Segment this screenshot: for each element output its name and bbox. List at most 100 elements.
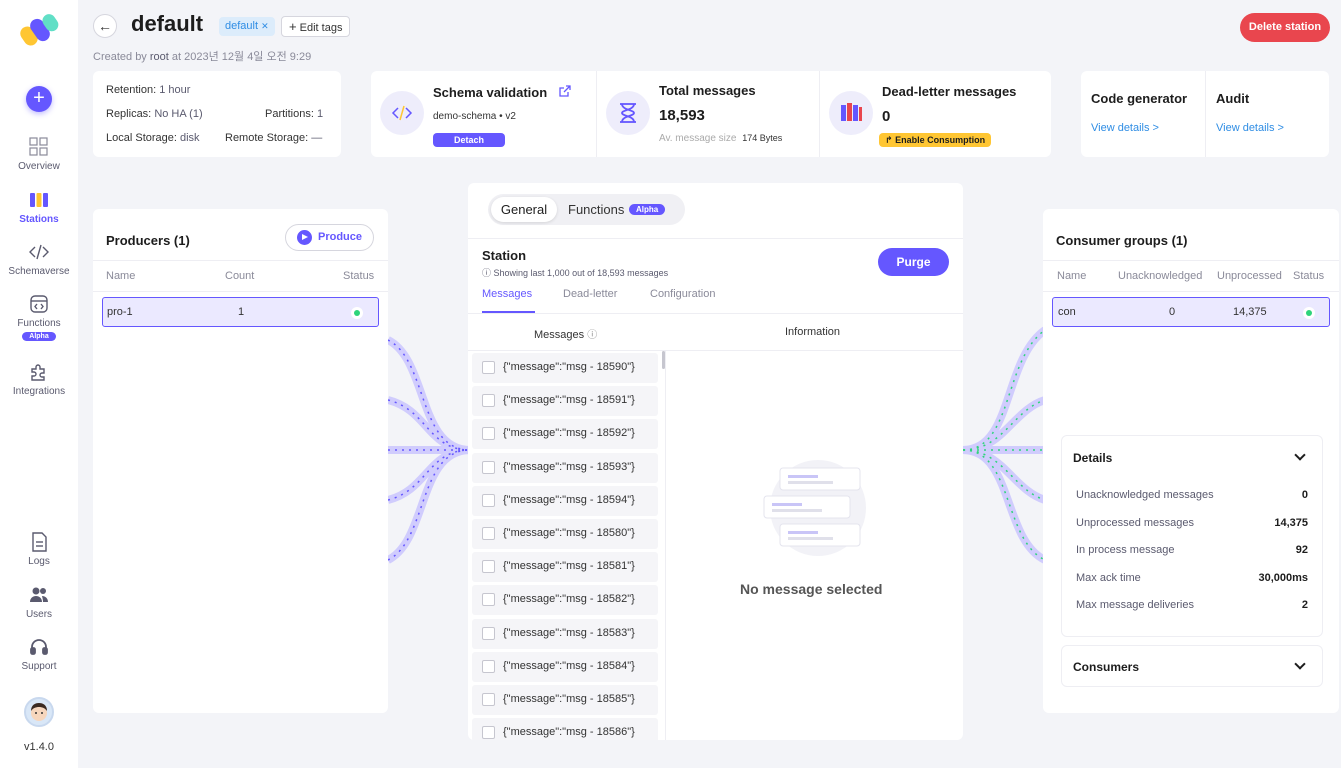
column-header-name: Name — [1057, 270, 1087, 282]
remote-storage-label: Remote Storage: — [225, 132, 309, 144]
schema-name: demo-schema — [433, 111, 497, 122]
replicas-value: No HA (1) — [154, 108, 203, 120]
avatar[interactable] — [24, 697, 54, 727]
list-item[interactable]: {"message":"msg - 18586"} — [472, 718, 658, 740]
message-checkbox[interactable] — [482, 726, 495, 740]
chevron-down-icon[interactable] — [1294, 658, 1306, 670]
message-checkbox[interactable] — [482, 626, 495, 640]
purge-button[interactable]: Purge — [878, 248, 949, 276]
message-checkbox[interactable] — [482, 560, 495, 574]
list-item[interactable]: {"message":"msg - 18582"} — [472, 585, 658, 616]
app-version: v1.4.0 — [24, 741, 54, 753]
station-info-card: Retention: 1 hour Replicas: No HA (1) Pa… — [93, 71, 341, 157]
station-tag[interactable]: default ✕ — [219, 17, 275, 36]
list-item[interactable]: {"message":"msg - 18585"} — [472, 685, 658, 715]
retention-label: Retention: — [106, 84, 157, 96]
produce-button[interactable]: Produce — [285, 224, 374, 251]
table-row[interactable]: pro-1 1 — [102, 297, 379, 327]
message-checkbox[interactable] — [482, 361, 495, 374]
message-checkbox[interactable] — [482, 693, 495, 706]
message-checkbox[interactable] — [482, 527, 495, 540]
message-text: {"message":"msg - 18592"} — [503, 427, 635, 440]
edit-tags-button[interactable]: + Edit tags — [281, 16, 351, 37]
detail-label: Max message deliveries — [1076, 599, 1194, 611]
message-checkbox[interactable] — [482, 427, 495, 441]
table-row[interactable]: con 0 14,375 — [1052, 297, 1330, 327]
details-accordion: Details Unacknowledged messages 0 Unproces… — [1061, 435, 1323, 637]
sidebar-item-schemaverse[interactable]: Schemaverse — [0, 242, 78, 277]
sidebar-item-stations[interactable]: Stations — [0, 190, 78, 225]
detail-value: 0 — [1301, 489, 1308, 501]
enable-consumption-button[interactable]: ↱ Enable Consumption — [879, 133, 992, 147]
grid-icon — [29, 137, 48, 156]
sidebar-item-label: Support — [21, 661, 57, 672]
list-item[interactable]: {"message":"msg - 18591"} — [472, 386, 658, 417]
consumer-groups-panel: Consumer groups (1) Name Unacknowledged … — [1043, 209, 1339, 713]
consumers-title[interactable]: Consumers — [1073, 660, 1139, 674]
tab-dead-letter[interactable]: Dead-letter — [563, 288, 617, 300]
puzzle-icon — [31, 364, 45, 381]
sidebar-item-label: Stations — [19, 214, 59, 225]
detail-label: Max ack time — [1076, 571, 1141, 584]
detach-button[interactable]: Detach — [433, 133, 505, 147]
scrollbar-thumb[interactable] — [662, 351, 665, 369]
chevron-down-icon[interactable] — [1294, 449, 1306, 461]
message-checkbox[interactable] — [482, 493, 495, 507]
producers-panel: Producers (1) Produce Name Count Status … — [93, 209, 388, 713]
audit-link[interactable]: View details > — [1216, 122, 1284, 134]
consumers-accordion[interactable]: Consumers — [1061, 645, 1323, 687]
sidebar-item-logs[interactable]: Logs — [0, 532, 78, 567]
partitions-label: Partitions: — [265, 108, 314, 120]
sidebar-item-label: Overview — [18, 161, 60, 172]
message-checkbox[interactable] — [482, 460, 495, 474]
list-item[interactable]: {"message":"msg - 18580"} — [472, 519, 658, 549]
list-item[interactable]: {"message":"msg - 18581"} — [472, 552, 658, 583]
list-item[interactable]: {"message":"msg - 18592"} — [472, 419, 658, 450]
arrow-left-icon: ← — [98, 18, 112, 34]
divider — [1043, 260, 1339, 261]
info-icon: ⓘ — [482, 268, 492, 278]
remove-tag-icon[interactable]: ✕ — [261, 21, 269, 31]
delete-station-button[interactable]: Delete station — [1240, 13, 1330, 42]
sidebar-item-users[interactable]: Users — [0, 585, 78, 620]
sidebar-item-integrations[interactable]: Integrations — [0, 362, 78, 397]
station-label: Station — [482, 248, 527, 263]
back-button[interactable]: ← — [93, 14, 117, 38]
schema-name-row: demo-schema • v2 — [433, 111, 516, 122]
created-user: root — [149, 51, 169, 63]
tab-configuration[interactable]: Configuration — [650, 288, 715, 300]
local-storage-value: disk — [180, 132, 200, 144]
message-checkbox[interactable] — [482, 659, 495, 673]
list-item[interactable]: {"message":"msg - 18590"} — [472, 353, 658, 383]
sidebar-item-label: Functions — [17, 318, 61, 329]
external-link-icon[interactable] — [558, 85, 571, 98]
sidebar-item-overview[interactable]: Overview — [0, 137, 78, 172]
message-checkbox[interactable] — [482, 394, 495, 408]
created-date: at 2023년 12월 4일 오전 9:29 — [171, 51, 312, 63]
add-station-button[interactable]: + — [26, 86, 52, 112]
schema-validation-block: Schema validation demo-schema • v2 Detac… — [371, 71, 596, 157]
produce-label: Produce — [318, 231, 363, 243]
local-storage-label: Local Storage: — [106, 132, 177, 144]
partitions-row: Partitions: 1 — [265, 108, 323, 120]
memphis-logo-icon[interactable] — [20, 12, 60, 46]
message-text: {"message":"msg - 18582"} — [503, 593, 635, 606]
list-item[interactable]: {"message":"msg - 18593"} — [472, 452, 658, 483]
schema-code-icon — [380, 91, 424, 135]
message-checkbox[interactable] — [482, 593, 495, 607]
tab-general[interactable]: General — [491, 197, 557, 222]
code-generator-link[interactable]: View details > — [1091, 122, 1159, 134]
sidebar-item-support[interactable]: Support — [0, 637, 78, 672]
partitions-value: 1 — [316, 108, 324, 120]
producer-count: 1 — [238, 306, 245, 318]
station-overview-panel: General Functions Alpha Station ⓘ Showin… — [468, 183, 963, 740]
list-item[interactable]: {"message":"msg - 18594"} — [472, 485, 658, 516]
sidebar-item-functions[interactable]: Functions Alpha — [0, 294, 78, 341]
dead-letter-title: Dead-letter messages — [882, 84, 1017, 99]
tab-messages[interactable]: Messages — [482, 288, 532, 300]
list-item[interactable]: {"message":"msg - 18584"} — [472, 651, 658, 682]
list-item[interactable]: {"message":"msg - 18583"} — [472, 618, 658, 649]
tab-functions[interactable]: Functions — [568, 202, 624, 217]
details-title[interactable]: Details — [1073, 451, 1112, 465]
message-text: {"message":"msg - 18591"} — [503, 394, 635, 407]
